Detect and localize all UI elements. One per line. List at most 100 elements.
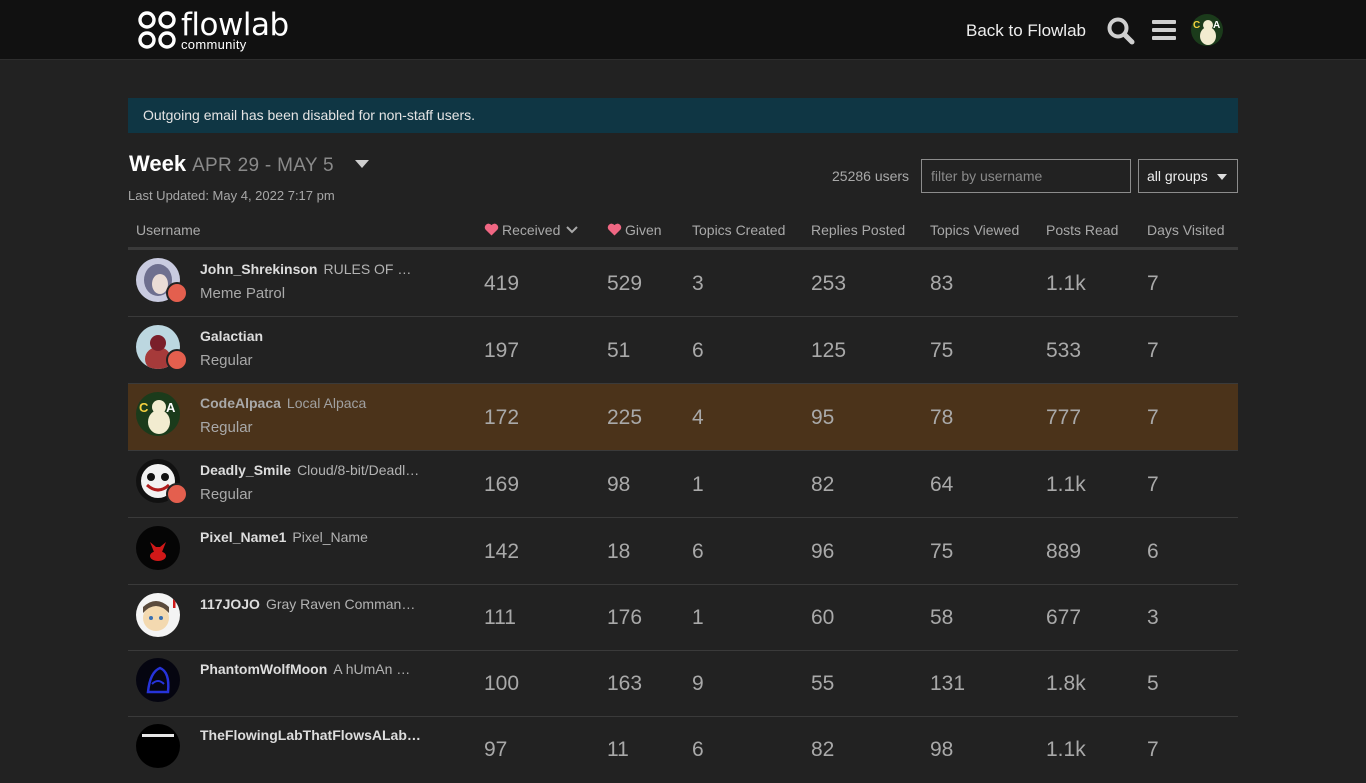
username-link[interactable]: PhantomWolfMoon A hUmAn … <box>200 661 410 677</box>
filter-by-username-input[interactable] <box>921 159 1131 193</box>
column-topics-created[interactable]: Topics Created <box>692 222 785 238</box>
topics-viewed-value: 58 <box>930 606 954 629</box>
topics-created-value: 6 <box>692 339 704 362</box>
username-link[interactable]: 117JOJO Gray Raven Comman… <box>200 596 415 612</box>
user-title: Cloud/8-bit/Deadl… <box>297 462 420 478</box>
posts-read-value: 889 <box>1046 540 1082 563</box>
table-row: John_Shrekinson RULES OF … Meme Patrol 41… <box>128 250 1238 317</box>
topics-viewed-value: 75 <box>930 339 954 362</box>
chevron-down-icon <box>566 226 579 234</box>
topics-created-value: 9 <box>692 672 704 695</box>
search-button[interactable] <box>1106 16 1136 46</box>
svg-text:C: C <box>139 400 149 415</box>
posts-read-value: 1.1k <box>1046 738 1086 761</box>
column-given-label: Given <box>625 222 662 238</box>
table-row: Deadly_Smile Cloud/8-bit/Deadl… Regular 1… <box>128 451 1238 518</box>
column-username[interactable]: Username <box>136 222 201 238</box>
avatar[interactable]: CA <box>136 392 180 436</box>
group-badge-icon <box>166 349 188 371</box>
received-value: 142 <box>484 540 520 563</box>
user-title: RULES OF … <box>323 261 412 277</box>
topics-viewed-value: 98 <box>930 738 954 761</box>
heart-icon <box>484 223 499 236</box>
days-visited-value: 5 <box>1147 672 1159 695</box>
topics-created-value: 3 <box>692 272 704 295</box>
username-link[interactable]: CodeAlpaca Local Alpaca <box>200 395 366 411</box>
column-days-visited[interactable]: Days Visited <box>1147 222 1225 238</box>
caret-down-icon <box>1217 174 1227 180</box>
replies-posted-value: 96 <box>811 540 835 563</box>
given-value: 225 <box>607 406 643 429</box>
column-replies-posted[interactable]: Replies Posted <box>811 222 905 238</box>
topics-created-value: 1 <box>692 473 704 496</box>
username-link[interactable]: Deadly_Smile Cloud/8-bit/Deadl… <box>200 462 419 478</box>
received-value: 100 <box>484 672 520 695</box>
column-received-label: Received <box>502 222 561 238</box>
replies-posted-value: 125 <box>811 339 847 362</box>
replies-posted-value: 60 <box>811 606 835 629</box>
table-row-current-user: CA CodeAlpaca Local Alpaca Regular 172 22… <box>128 384 1238 451</box>
topics-viewed-value: 75 <box>930 540 954 563</box>
top-header: flowlab community Back to Flowlab C A <box>0 0 1366 60</box>
column-topics-viewed[interactable]: Topics Viewed <box>930 222 1019 238</box>
given-value: 18 <box>607 540 631 563</box>
topics-created-value: 4 <box>692 406 704 429</box>
back-to-flowlab-link[interactable]: Back to Flowlab <box>966 21 1086 41</box>
received-value: 419 <box>484 272 520 295</box>
received-value: 197 <box>484 339 520 362</box>
heart-icon <box>607 223 622 236</box>
received-value: 172 <box>484 406 520 429</box>
topics-created-value: 6 <box>692 738 704 761</box>
email-disabled-alert: Outgoing email has been disabled for non… <box>128 98 1238 133</box>
column-given[interactable]: Given <box>607 222 662 238</box>
topics-viewed-value: 78 <box>930 406 954 429</box>
current-user-avatar[interactable]: C A <box>1191 14 1223 46</box>
column-received[interactable]: Received <box>484 222 579 238</box>
caret-down-icon[interactable] <box>355 160 369 168</box>
user-group: Meme Patrol <box>200 285 286 302</box>
replies-posted-value: 82 <box>811 473 835 496</box>
given-value: 11 <box>607 738 629 761</box>
group-select-value: all groups <box>1147 168 1208 184</box>
alpaca-avatar-icon: C A <box>1191 14 1223 46</box>
username-link[interactable]: Galactian <box>200 328 269 344</box>
given-value: 529 <box>607 272 643 295</box>
posts-read-value: 1.1k <box>1046 272 1086 295</box>
username-link[interactable]: TheFlowingLabThatFlowsALab… <box>200 727 427 743</box>
received-value: 169 <box>484 473 520 496</box>
user-count: 25286 users <box>832 168 910 184</box>
posts-read-value: 1.8k <box>1046 672 1086 695</box>
table-row: Pixel_Name1 Pixel_Name 142 18 6 96 75 889… <box>128 518 1238 585</box>
user-title: Pixel_Name <box>292 529 368 545</box>
avatar[interactable] <box>136 658 180 702</box>
column-posts-read[interactable]: Posts Read <box>1046 222 1118 238</box>
avatar[interactable] <box>136 724 180 768</box>
period-selector[interactable]: Week APR 29 - MAY 5 <box>129 151 334 177</box>
given-value: 163 <box>607 672 643 695</box>
hamburger-menu-button[interactable] <box>1150 17 1178 43</box>
days-visited-value: 7 <box>1147 738 1159 761</box>
hamburger-icon <box>1152 20 1176 24</box>
topics-created-value: 1 <box>692 606 704 629</box>
days-visited-value: 7 <box>1147 339 1159 362</box>
user-group: Regular <box>200 419 253 436</box>
given-value: 176 <box>607 606 643 629</box>
period-word: Week <box>129 151 187 176</box>
username-link[interactable]: Pixel_Name1 Pixel_Name <box>200 529 368 545</box>
given-value: 51 <box>607 339 631 362</box>
avatar[interactable] <box>136 593 180 637</box>
svg-text:A: A <box>166 400 176 415</box>
group-select[interactable]: all groups <box>1138 159 1238 193</box>
user-group: Regular <box>200 352 253 369</box>
table-row: 117JOJO Gray Raven Comman… 111 176 1 60 5… <box>128 585 1238 651</box>
avatar[interactable] <box>136 526 180 570</box>
group-badge-icon <box>166 282 188 304</box>
flowlab-logo[interactable]: flowlab community <box>137 9 289 51</box>
days-visited-value: 7 <box>1147 406 1159 429</box>
posts-read-value: 1.1k <box>1046 473 1086 496</box>
posts-read-value: 777 <box>1046 406 1082 429</box>
username-link[interactable]: John_Shrekinson RULES OF … <box>200 261 411 277</box>
user-group: Regular <box>200 486 253 503</box>
table-row: TheFlowingLabThatFlowsALab… 97 11 6 82 9… <box>128 717 1238 783</box>
last-updated: Last Updated: May 4, 2022 7:17 pm <box>128 188 335 203</box>
